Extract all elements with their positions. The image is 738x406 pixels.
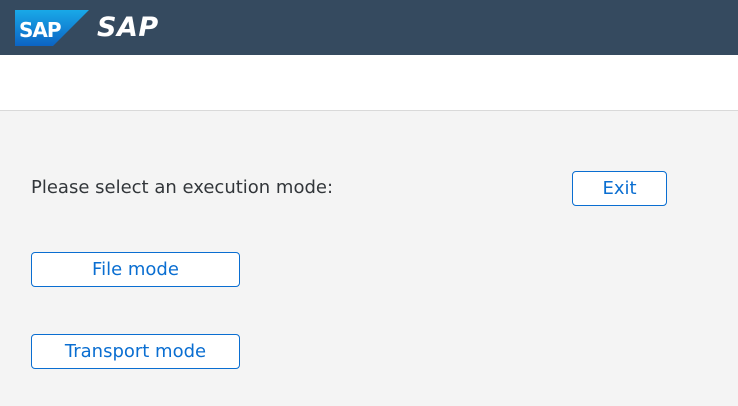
execution-mode-prompt: Please select an execution mode: [31, 177, 334, 198]
app-window: SAP SAP Please select an execution mode:… [0, 0, 738, 406]
exit-button[interactable]: Exit [572, 171, 667, 206]
transport-mode-button[interactable]: Transport mode [31, 334, 240, 369]
svg-text:SAP: SAP [19, 18, 61, 42]
file-mode-button[interactable]: File mode [31, 252, 240, 287]
shell-header: SAP SAP [0, 0, 738, 55]
subheader-bar [0, 55, 738, 111]
app-title: SAP [97, 12, 159, 43]
sap-logo-icon: SAP [15, 10, 89, 46]
